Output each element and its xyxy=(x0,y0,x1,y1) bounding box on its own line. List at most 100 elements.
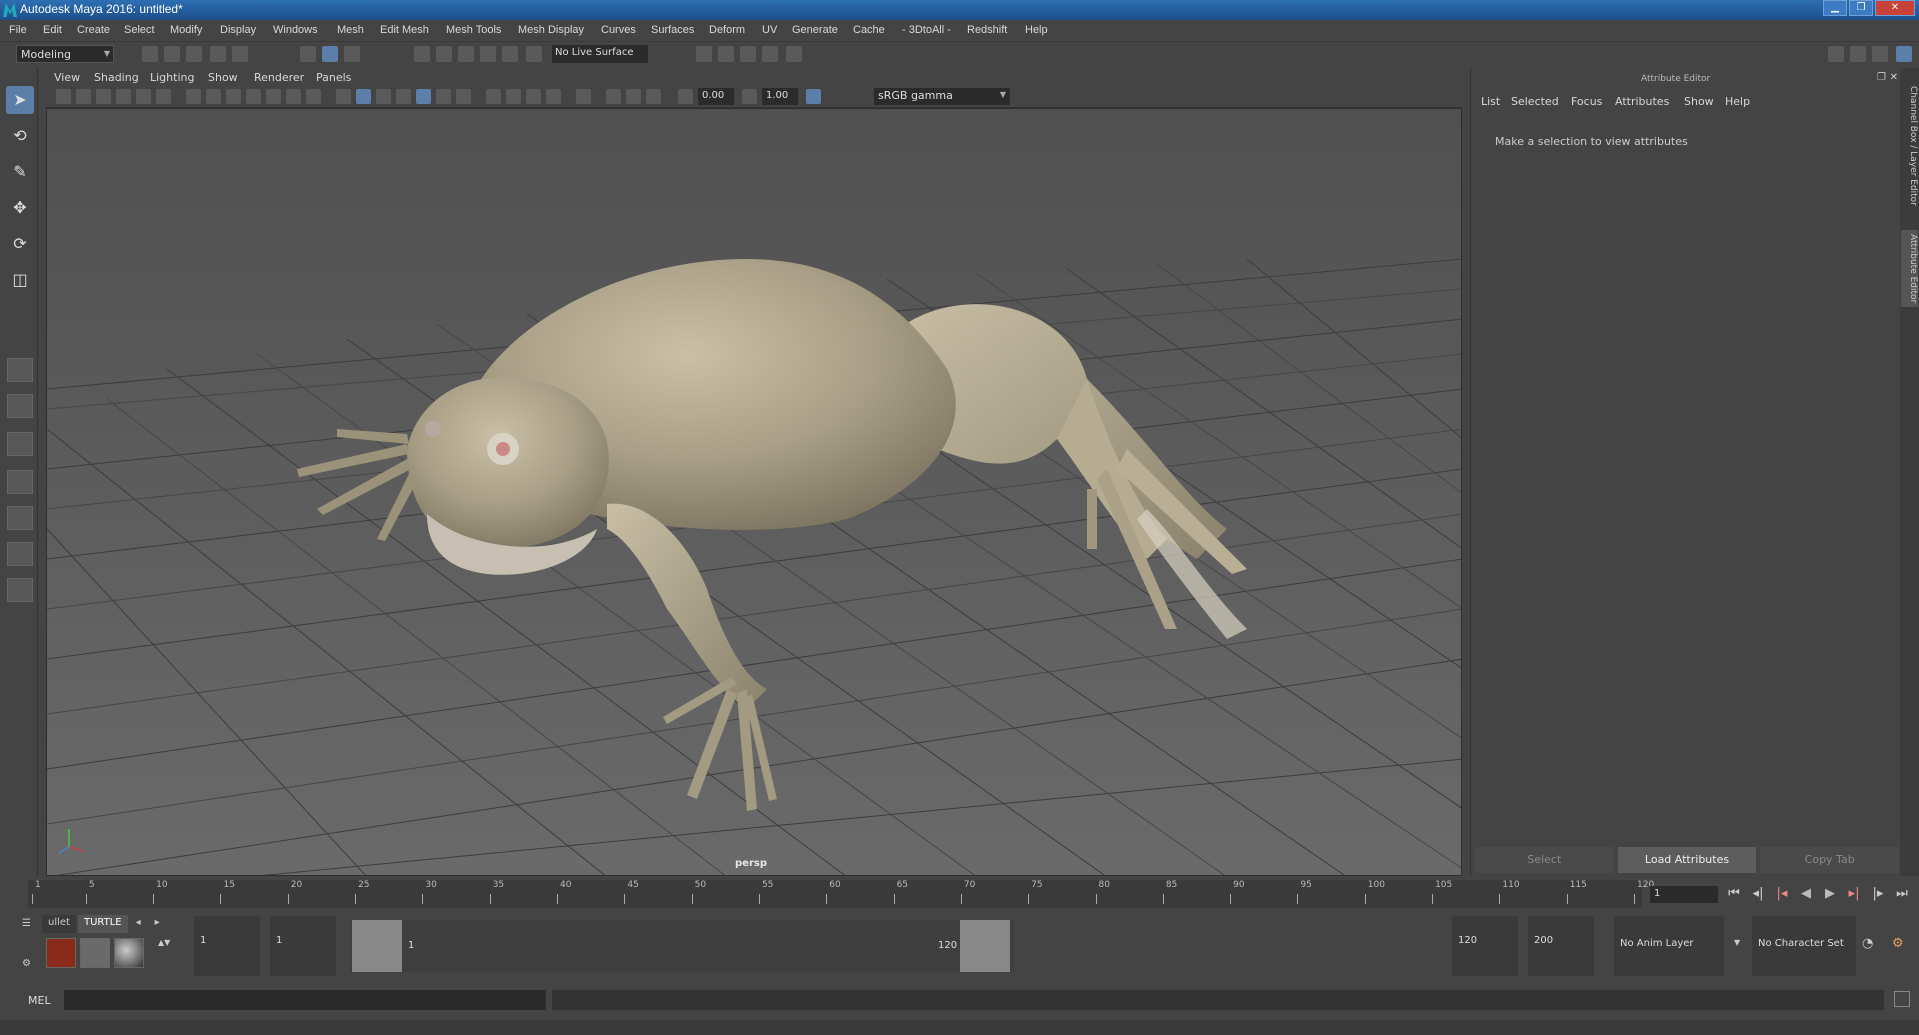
image-plane-icon[interactable] xyxy=(116,89,131,104)
snap-view-icon[interactable] xyxy=(526,46,542,62)
gamma-field[interactable]: 1.00 xyxy=(762,88,798,105)
grease-pencil-icon[interactable] xyxy=(156,89,171,104)
wireframe-icon[interactable] xyxy=(336,89,351,104)
select-tool-icon[interactable]: ➤ xyxy=(6,86,34,114)
use-all-lights-icon[interactable] xyxy=(436,89,451,104)
menu-create[interactable]: Create xyxy=(77,24,110,36)
go-to-end-icon[interactable]: ⏭ xyxy=(1894,886,1910,901)
menu-3dtoall[interactable]: - 3DtoAll - xyxy=(902,24,951,36)
step-back-frame-icon[interactable]: ◂| xyxy=(1750,886,1766,901)
menu-curves[interactable]: Curves xyxy=(601,24,636,36)
range-start-handle[interactable] xyxy=(352,920,402,972)
snap-plane-icon[interactable] xyxy=(480,46,496,62)
menu-mesh-display[interactable]: Mesh Display xyxy=(518,24,584,36)
shelf-scroll-left-icon[interactable]: ◂ xyxy=(130,915,147,933)
menu-uv[interactable]: UV xyxy=(762,24,777,36)
turtle-render-icon[interactable] xyxy=(46,938,76,968)
shadows-icon[interactable] xyxy=(456,89,471,104)
snap-curve-icon[interactable] xyxy=(436,46,452,62)
time-ruler[interactable]: 1 5 10 15 20 25 30 35 40 45 50 55 60 65 70 75 80 85 90 95 10… xyxy=(28,880,1654,908)
persp-graph-layout-icon[interactable] xyxy=(7,470,33,494)
lasso-tool-icon[interactable]: ⟲ xyxy=(6,122,34,150)
gate-mask-icon[interactable] xyxy=(246,89,261,104)
shelf-tab-turtle[interactable]: TURTLE xyxy=(77,915,128,933)
field-chart-icon[interactable] xyxy=(266,89,281,104)
live-surface-field[interactable]: No Live Surface xyxy=(552,45,648,63)
ae-menu-focus[interactable]: Focus xyxy=(1571,95,1602,108)
undo-icon[interactable] xyxy=(210,46,226,62)
panel-menu-shading[interactable]: Shading xyxy=(94,71,139,84)
x-ray-icon[interactable] xyxy=(606,89,621,104)
time-slider[interactable]: 1 5 10 15 20 25 30 35 40 45 50 55 60 65 70 75 80 85 90 95 10… xyxy=(0,876,1919,910)
exposure-icon[interactable] xyxy=(678,89,693,104)
menu-edit-mesh[interactable]: Edit Mesh xyxy=(380,24,429,36)
x-ray-joints-icon[interactable] xyxy=(626,89,641,104)
depth-of-field-icon[interactable] xyxy=(546,89,561,104)
close-icon[interactable]: ✕ xyxy=(1875,0,1915,16)
new-scene-icon[interactable] xyxy=(142,46,158,62)
snap-surface-icon[interactable] xyxy=(502,46,518,62)
shelf-scroll-right-icon[interactable]: ▸ xyxy=(149,915,166,933)
character-set-dropdown[interactable]: No Character Set xyxy=(1752,916,1856,976)
safe-action-icon[interactable] xyxy=(286,89,301,104)
perspective-viewport[interactable]: persp xyxy=(46,108,1462,876)
menu-cache[interactable]: Cache xyxy=(853,24,885,36)
shelf-scroll-icon[interactable]: ▲▼ xyxy=(158,938,170,947)
exposure-field[interactable]: 0.00 xyxy=(698,88,734,105)
ae-menu-help[interactable]: Help xyxy=(1725,95,1750,108)
outliner-toggle-icon[interactable] xyxy=(1850,46,1866,62)
panel-menu-view[interactable]: View xyxy=(54,71,80,84)
default-lighting-icon[interactable] xyxy=(376,89,391,104)
turtle-bake-icon[interactable] xyxy=(80,938,110,968)
camera-attributes-icon[interactable] xyxy=(56,89,71,104)
grid-toggle-icon[interactable] xyxy=(186,89,201,104)
menu-edit[interactable]: Edit xyxy=(43,24,62,36)
playback-end-field[interactable]: 120 xyxy=(1452,916,1518,976)
menu-mesh-tools[interactable]: Mesh Tools xyxy=(446,24,501,36)
smooth-shade-icon[interactable] xyxy=(356,89,371,104)
film-gate-icon[interactable] xyxy=(206,89,221,104)
select-object-icon[interactable] xyxy=(322,46,338,62)
shelf-menu-icon[interactable]: ☰ xyxy=(22,918,31,929)
menu-display[interactable]: Display xyxy=(220,24,256,36)
start-time-field[interactable]: 1 xyxy=(194,916,260,976)
gamma-icon[interactable] xyxy=(742,89,757,104)
ipr-render-icon[interactable] xyxy=(740,46,756,62)
textured-icon[interactable] xyxy=(416,89,431,104)
load-attributes-button[interactable]: Load Attributes xyxy=(1617,847,1757,873)
persp-hypershade-layout-icon[interactable] xyxy=(7,506,33,530)
range-slider[interactable]: 1 120 xyxy=(350,920,1014,972)
panel-menu-lighting[interactable]: Lighting xyxy=(150,71,194,84)
select-component-icon[interactable] xyxy=(344,46,360,62)
turtle-sphere-icon[interactable] xyxy=(114,938,144,968)
open-scene-icon[interactable] xyxy=(164,46,180,62)
channel-box-toggle-icon[interactable] xyxy=(1872,46,1888,62)
menu-file[interactable]: File xyxy=(9,24,27,36)
range-end-handle[interactable] xyxy=(960,920,1010,972)
bookmark-icon[interactable] xyxy=(96,89,111,104)
persp-outliner-layout-icon[interactable] xyxy=(7,432,33,456)
current-frame-field[interactable]: 1 xyxy=(1650,886,1718,903)
step-back-key-icon[interactable]: |◂ xyxy=(1774,886,1790,901)
redo-icon[interactable] xyxy=(232,46,248,62)
menu-redshift[interactable]: Redshift xyxy=(967,24,1007,36)
ae-menu-list[interactable]: List xyxy=(1481,95,1500,108)
color-management-icon[interactable] xyxy=(806,89,821,104)
shelf-tab-bullet[interactable]: ullet xyxy=(42,915,76,933)
save-scene-icon[interactable] xyxy=(186,46,202,62)
hypershade-icon[interactable] xyxy=(786,46,802,62)
panel-menu-panels[interactable]: Panels xyxy=(316,71,351,84)
auto-key-icon[interactable]: ◔ xyxy=(1862,936,1873,951)
shelf-settings-icon[interactable]: ⚙ xyxy=(22,958,31,969)
render-settings-icon[interactable] xyxy=(696,46,712,62)
command-language-label[interactable]: MEL xyxy=(28,994,51,1007)
menu-surfaces[interactable]: Surfaces xyxy=(651,24,694,36)
render-view-icon[interactable] xyxy=(762,46,778,62)
panel-menu-show[interactable]: Show xyxy=(208,71,238,84)
paint-select-tool-icon[interactable]: ✎ xyxy=(6,158,34,186)
menu-help[interactable]: Help xyxy=(1025,24,1048,36)
menu-select[interactable]: Select xyxy=(124,24,155,36)
resolution-gate-icon[interactable] xyxy=(226,89,241,104)
single-perspective-layout-icon[interactable] xyxy=(7,358,33,382)
ae-menu-selected[interactable]: Selected xyxy=(1511,95,1559,108)
